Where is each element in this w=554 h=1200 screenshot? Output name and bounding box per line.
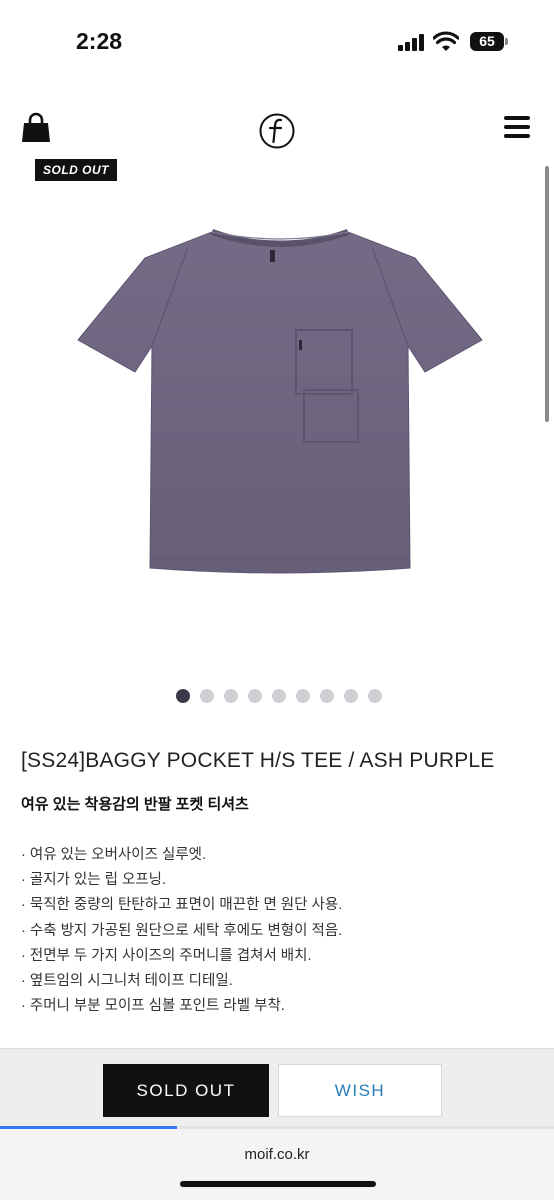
feature-item: · 옆트임의 시그니처 테이프 디테일.	[21, 973, 233, 990]
feature-item: · 주머니 부분 모이프 심볼 포인트 라벨 부착.	[21, 998, 285, 1015]
sold-out-button[interactable]: SOLD OUT	[103, 1064, 269, 1117]
site-header	[0, 100, 554, 160]
carousel-dot[interactable]	[224, 689, 238, 703]
carousel-dot[interactable]	[272, 689, 286, 703]
hamburger-menu-icon[interactable]	[504, 116, 530, 140]
image-carousel-dots	[0, 689, 554, 703]
url-text[interactable]: moif.co.kr	[0, 1146, 554, 1163]
feature-item: · 전면부 두 가지 사이즈의 주머니를 겹쳐서 배치.	[21, 947, 312, 964]
carousel-dot[interactable]	[368, 689, 382, 703]
carousel-dot[interactable]	[176, 689, 190, 703]
carousel-dot[interactable]	[344, 689, 358, 703]
carousel-dot[interactable]	[248, 689, 262, 703]
brand-logo-icon[interactable]	[258, 112, 296, 150]
browser-address-bar: moif.co.kr	[0, 1126, 554, 1200]
carousel-dot[interactable]	[320, 689, 334, 703]
shopping-bag-icon[interactable]	[20, 112, 52, 144]
product-title: [SS24]BAGGY POCKET H/S TEE / ASH PURPLE	[21, 749, 495, 772]
product-subtitle: 여유 있는 착용감의 반팔 포켓 티셔츠	[21, 796, 249, 813]
carousel-dot[interactable]	[200, 689, 214, 703]
feature-item: · 여유 있는 오버사이즈 실루엣.	[21, 847, 207, 863]
home-indicator[interactable]	[180, 1181, 376, 1187]
page-load-progress	[0, 1126, 554, 1129]
cellular-signal-icon	[398, 34, 426, 51]
sold-out-badge: SOLD OUT	[35, 159, 117, 181]
product-image[interactable]	[70, 222, 490, 582]
status-bar: 2:28 65	[0, 0, 554, 84]
feature-item: · 수축 방지 가공된 원단으로 세탁 후에도 변형이 적음.	[21, 922, 343, 939]
carousel-dot[interactable]	[296, 689, 310, 703]
battery-tip	[505, 38, 508, 45]
wish-button[interactable]: WISH	[278, 1064, 442, 1117]
feature-item: · 골지가 있는 립 오프닝.	[21, 872, 167, 889]
bottom-action-bar: SOLD OUT WISH	[0, 1048, 554, 1126]
scrollbar[interactable]	[545, 166, 549, 422]
status-time: 2:28	[76, 28, 123, 54]
feature-item: · 묵직한 중량의 탄탄하고 표면이 매끈한 면 원단 사용.	[21, 897, 343, 914]
feature-list: · 여유 있는 오버사이즈 실루엣. · 골지가 있는 립 오프닝. · 묵직한…	[21, 843, 342, 1019]
page-load-progress-fill	[0, 1126, 178, 1129]
battery-indicator: 65	[470, 32, 504, 51]
wifi-icon	[433, 31, 459, 51]
